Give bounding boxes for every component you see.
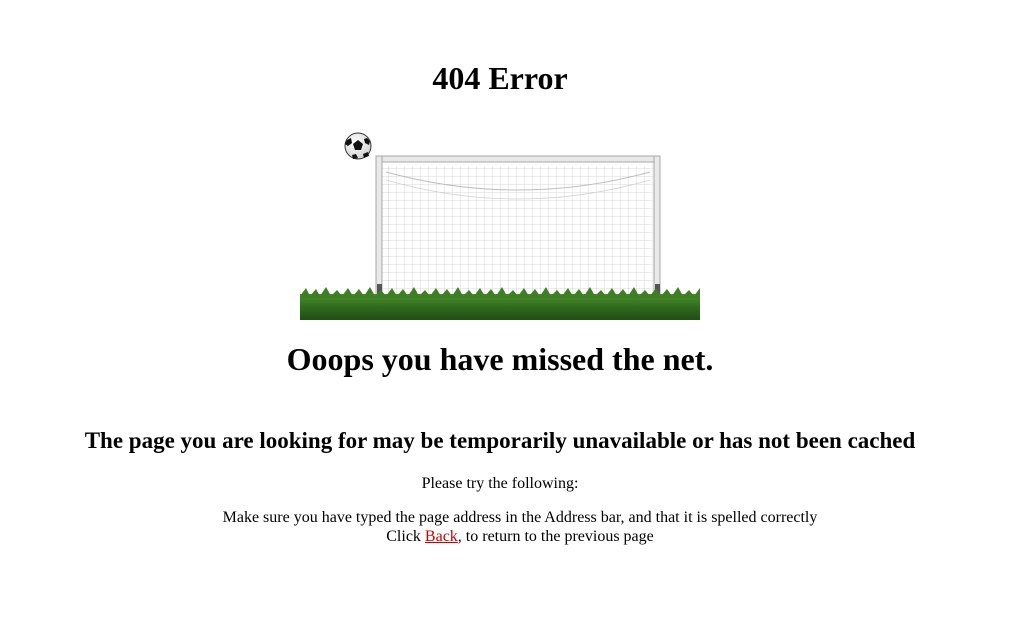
page-title: 404 Error xyxy=(432,60,568,96)
suggestion-back-suffix: , to return to the previous page xyxy=(457,528,654,545)
soccer-goal-illustration xyxy=(300,128,700,320)
headline: Ooops you have missed the net. xyxy=(286,341,714,377)
try-following-text: Please try the following: xyxy=(421,475,579,492)
suggestion-back: Click Back, to return to the previous pa… xyxy=(0,527,1023,546)
goal-net-icon xyxy=(375,155,661,297)
suggestion-address-bar: Make sure you have typed the page addres… xyxy=(222,509,818,526)
suggestion-back-prefix: Click xyxy=(386,528,425,545)
subheadline: The page you are looking for may be temp… xyxy=(84,428,916,453)
error-page: 404 Error Ooops you have missed the net.… xyxy=(0,0,1023,642)
soccer-ball-icon xyxy=(344,132,372,160)
suggestions-list: Make sure you have typed the page addres… xyxy=(0,508,1023,546)
back-link[interactable]: Back xyxy=(425,528,458,545)
